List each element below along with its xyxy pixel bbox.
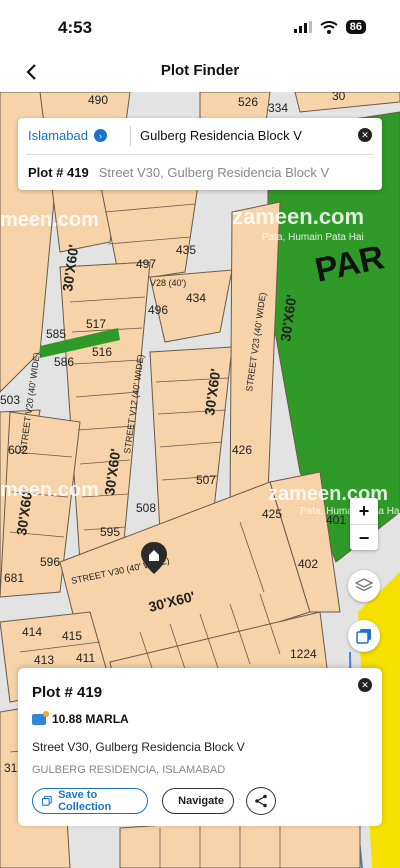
plot-number: 1224 [290,647,317,661]
city-selector[interactable]: Islamabad › [28,128,107,143]
battery-indicator: 86 [345,20,366,34]
save-to-collection-label: Save to Collection [58,789,112,813]
collections-button[interactable] [348,620,380,652]
status-icons: 86 [293,20,366,34]
status-time: 4:53 [58,18,93,37]
area-icon [32,710,49,725]
plot-number: 334 [268,101,288,115]
collection-icon [356,629,371,644]
plot-number: 411 [76,651,95,665]
plot-number: 526 [238,95,258,109]
page-title: Plot Finder [160,62,240,79]
signal-icon [293,21,312,33]
navigate-button[interactable]: Navigate [162,788,234,814]
save-to-collection-button[interactable]: Save to Collection [32,788,148,814]
plot-number: 426 [232,443,252,457]
clear-search-button[interactable]: ✕ [358,128,372,142]
street-label: V28 (40') [150,278,186,288]
plot-address: Street V30, Gulberg Residencia Block V [32,740,245,754]
status-bar: 4:53 86 [0,0,400,52]
plot-number-label: Plot # 419 [28,165,89,180]
plot-number: 497 [136,257,156,271]
plot-size: 10.88 MARLA [32,710,129,726]
plot-number: 507 [196,473,216,487]
close-icon: ✕ [361,129,369,140]
watermark: zameen.com [232,204,364,229]
layers-button[interactable] [348,570,380,602]
collection-icon [42,795,52,806]
zoom-controls: + − [350,498,378,550]
plot-number: 415 [62,629,82,643]
plot-number: 508 [136,501,156,515]
block-search-input[interactable]: Gulberg Residencia Block V [140,128,302,143]
plot-number: 30 [332,92,346,103]
plot-location: GULBERG RESIDENCIA, ISLAMABAD [32,764,226,776]
plot-number: 596 [40,555,60,569]
plot-number: 434 [186,291,206,305]
plot-number: 414 [22,625,42,639]
chevron-right-icon: › [93,129,107,142]
watermark: meen.com [0,479,99,501]
plot-number: 503 [0,393,20,407]
plot-number: 681 [4,571,24,585]
zoom-out-button[interactable]: − [350,524,378,551]
plot-address: Street V30, Gulberg Residencia Block V [98,165,330,180]
plot-number: 586 [54,355,74,369]
search-row: Islamabad › Gulberg Residencia Block V ✕ [18,118,382,154]
plot-number: 517 [86,317,106,331]
plot-info-card: Plot # 419 ✕ 10.88 MARLA Street V30, Gul… [18,668,382,826]
close-icon: ✕ [361,679,369,690]
watermark: Pata, Humain Pata Hai [262,232,364,243]
plot-number: 585 [46,327,66,341]
search-card: Islamabad › Gulberg Residencia Block V ✕… [18,118,382,190]
divider [130,126,131,146]
plot-number: 435 [176,243,196,257]
plot-number: 496 [148,303,168,317]
close-card-button[interactable]: ✕ [358,678,372,692]
divider [26,154,374,155]
plot-number: 595 [100,525,120,539]
layers-icon [355,578,373,592]
plot-number: 425 [262,507,282,521]
watermark: meen.com [0,209,99,231]
plot-number: 402 [298,557,318,571]
city-label: Islamabad [28,128,88,143]
plot-search-result[interactable]: Plot # 419 Street V30, Gulberg Residenci… [28,165,329,180]
nav-bar: Plot Finder [0,52,400,92]
plot-title: Plot # 419 [32,684,103,701]
plot-number: 490 [88,93,108,107]
zoom-in-button[interactable]: + [350,498,378,524]
plot-number: 413 [34,653,54,667]
plot-size-value: 10.88 MARLA [52,712,129,726]
plot-number: 516 [92,345,112,359]
share-button[interactable] [246,787,276,815]
share-icon [255,794,267,808]
navigate-label: Navigate [178,795,224,807]
wifi-icon [320,20,338,34]
